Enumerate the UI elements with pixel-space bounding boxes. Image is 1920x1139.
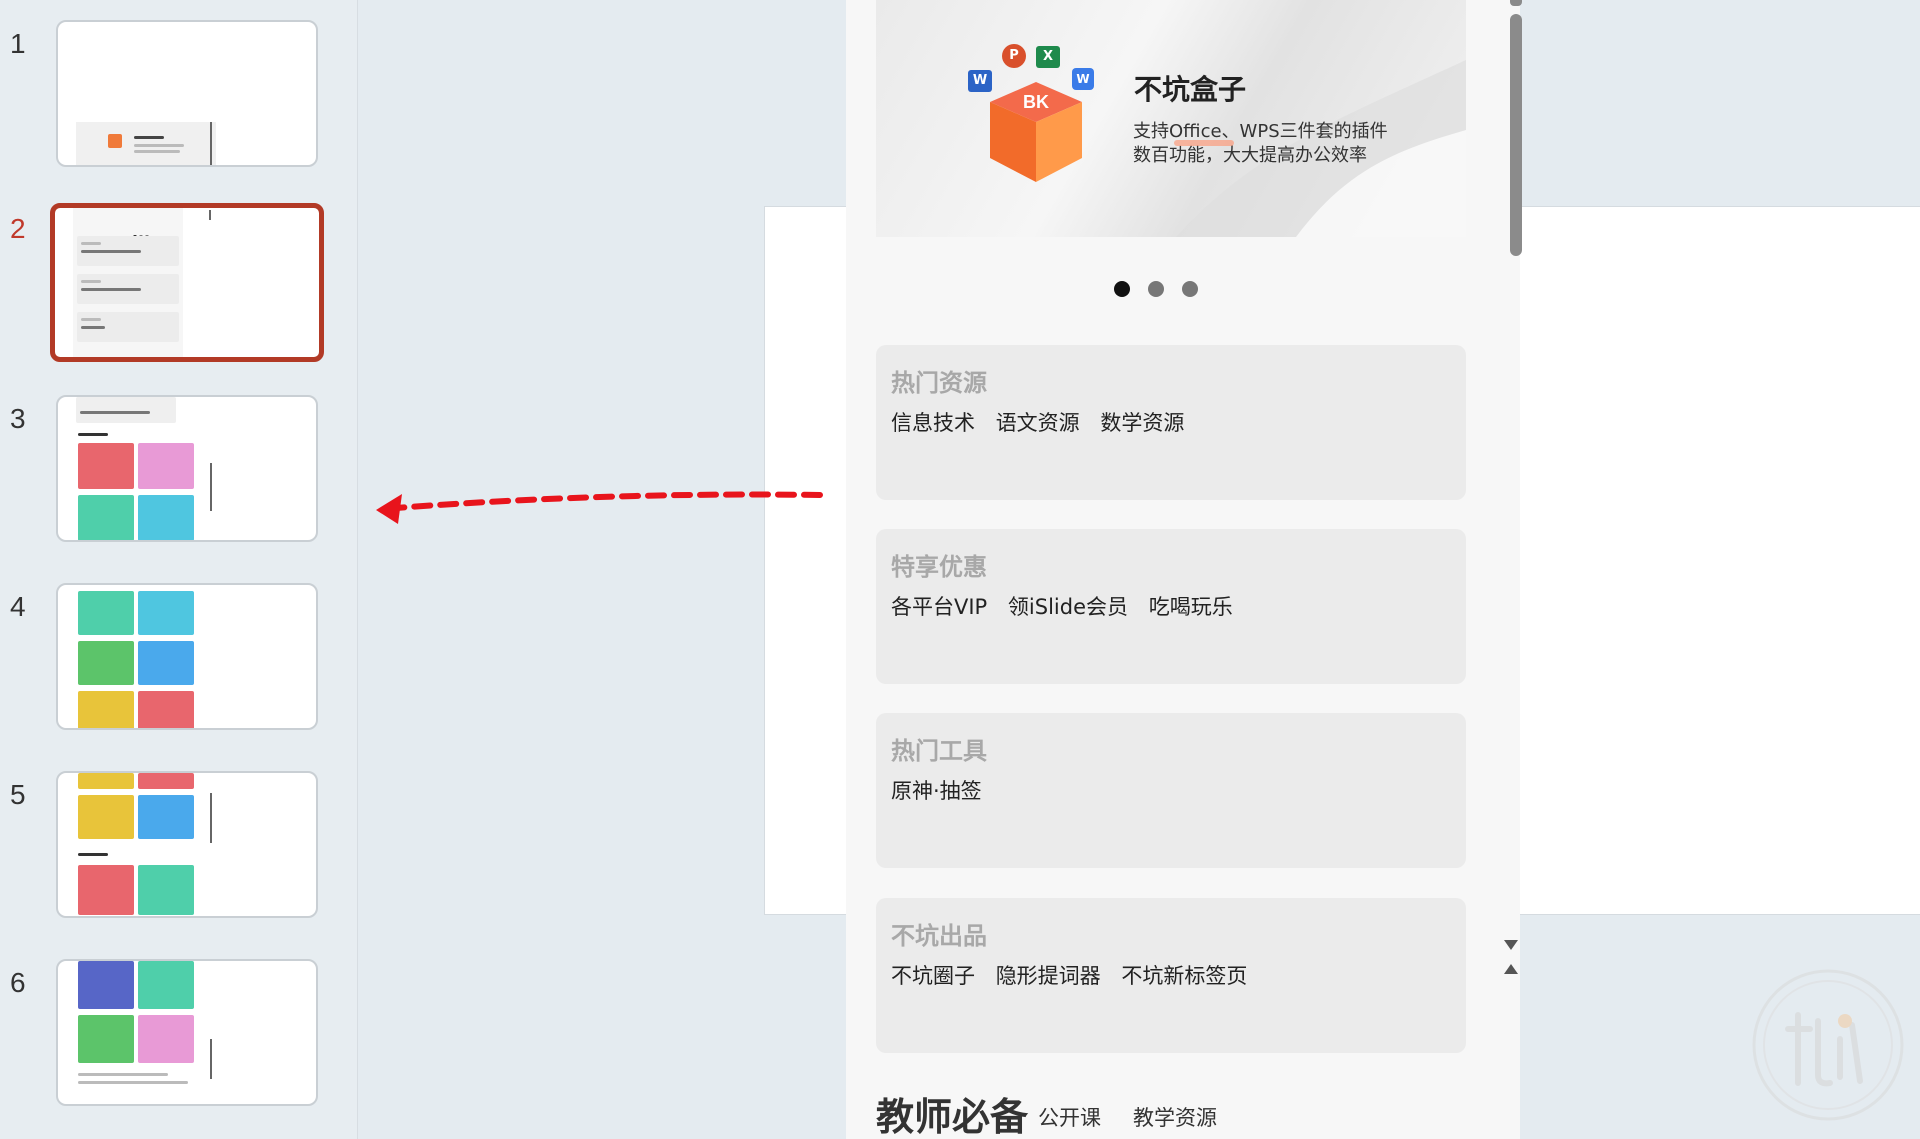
slide-thumbnail-pane: 1 2 3 4 5 6 xyxy=(0,0,358,1139)
previous-slide-arrow-icon[interactable] xyxy=(1504,964,1518,974)
slide-thumbnail-row[interactable]: 1 xyxy=(0,20,357,170)
section-bukeng-products: 不坑出品 不坑圈子 隐形提词器 不坑新标签页 xyxy=(876,898,1466,1053)
link-item[interactable]: 各平台VIP xyxy=(891,595,987,619)
slide-thumbnail-row[interactable]: 5 xyxy=(0,771,357,921)
slide-number: 6 xyxy=(10,967,26,998)
carousel-dot[interactable] xyxy=(1114,281,1130,297)
link-item[interactable]: 语文资源 xyxy=(996,411,1080,435)
slide-thumbnail-row[interactable]: 6 xyxy=(0,959,357,1109)
tab-open-class[interactable]: 公开课 xyxy=(1038,1102,1101,1132)
slide-thumbnail-row[interactable]: 2 xyxy=(0,203,357,362)
banner[interactable]: W P X W BK 不坑盒子 支持Office、WPS三件套的插件 数百功能，… xyxy=(876,0,1466,237)
main-editing-area: W P X W BK 不坑盒子 支持Office、WPS三件套的插件 数百功能，… xyxy=(358,0,1920,1139)
brand-subtitle-line2: 数百功能，大大提高办公效率 xyxy=(1133,145,1367,166)
slide-thumbnail[interactable] xyxy=(56,771,318,918)
excel-icon: X xyxy=(1036,46,1060,68)
section-title: 热门资源 xyxy=(891,369,987,397)
highlight-stroke xyxy=(1174,140,1234,146)
section-special-offers: 特享优惠 各平台VIP 领iSlide会员 吃喝玩乐 xyxy=(876,529,1466,684)
teacher-essentials-title: 教师必备 xyxy=(876,1095,1029,1139)
slide-thumbnail[interactable] xyxy=(56,959,318,1106)
powerpoint-icon: P xyxy=(1002,44,1026,68)
preview-panel[interactable]: W P X W BK 不坑盒子 支持Office、WPS三件套的插件 数百功能，… xyxy=(846,0,1520,1139)
link-item[interactable]: 不坑新标签页 xyxy=(1121,964,1247,988)
red-dashed-arrow-icon xyxy=(376,491,823,524)
link-item[interactable]: 吃喝玩乐 xyxy=(1149,595,1233,619)
section-title: 热门工具 xyxy=(891,737,987,765)
brand-title: 不坑盒子 xyxy=(1134,73,1247,106)
next-slide-arrow-icon[interactable] xyxy=(1504,940,1518,950)
slide-thumbnail[interactable] xyxy=(56,395,318,542)
slide-thumbnail[interactable] xyxy=(56,20,318,167)
brand-subtitle-line1: 支持Office、WPS三件套的插件 xyxy=(1133,121,1388,142)
carousel-dot[interactable] xyxy=(1148,281,1164,297)
link-item[interactable]: 不坑圈子 xyxy=(891,964,975,988)
link-item[interactable]: 数学资源 xyxy=(1100,411,1184,435)
carousel-dot[interactable] xyxy=(1182,281,1198,297)
tab-teaching-resources[interactable]: 教学资源 xyxy=(1133,1102,1217,1132)
section-title: 特享优惠 xyxy=(891,553,987,581)
link-item[interactable]: 隐形提词器 xyxy=(996,964,1101,988)
link-item[interactable]: 原神·抽签 xyxy=(891,779,982,803)
watermark-logo xyxy=(1752,969,1904,1121)
slide-thumbnail[interactable] xyxy=(56,583,318,730)
section-hot-tools: 热门工具 原神·抽签 xyxy=(876,713,1466,868)
thumb-logo xyxy=(108,134,122,148)
slide-number: 1 xyxy=(10,28,26,59)
link-item[interactable]: 信息技术 xyxy=(891,411,975,435)
cube-logo-icon: BK xyxy=(990,82,1082,182)
slide-number: 5 xyxy=(10,779,26,810)
slide-number: 3 xyxy=(10,403,26,434)
svg-text:BK: BK xyxy=(1023,92,1049,112)
section-title: 不坑出品 xyxy=(891,922,987,950)
slide-thumbnail-row[interactable]: 4 xyxy=(0,583,357,733)
slide-number: 2 xyxy=(10,213,26,244)
slide-thumbnail-row[interactable]: 3 xyxy=(0,395,357,545)
slide-number: 4 xyxy=(10,591,26,622)
section-hot-resources: 热门资源 信息技术 语文资源 数学资源 xyxy=(876,345,1466,500)
carousel-dots xyxy=(846,281,1466,301)
scrollbar-thumb[interactable] xyxy=(1510,14,1522,256)
link-item[interactable]: 领iSlide会员 xyxy=(1008,595,1128,619)
slide-thumbnail-selected[interactable] xyxy=(50,203,324,362)
